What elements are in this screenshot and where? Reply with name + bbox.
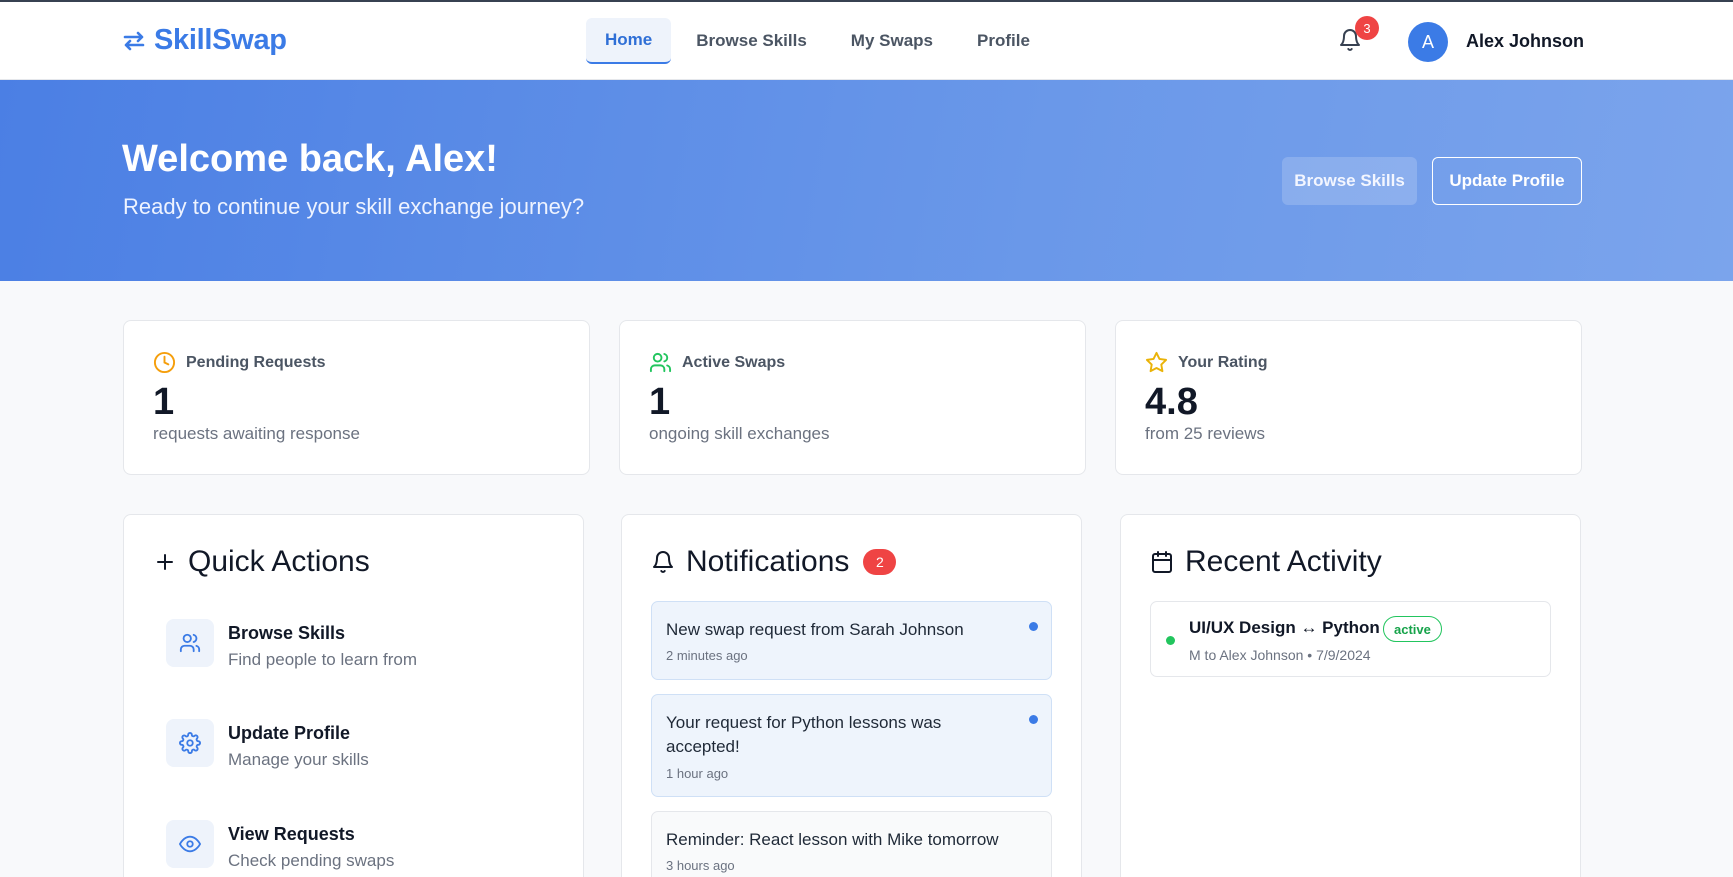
nav-browse-skills[interactable]: Browse Skills bbox=[677, 18, 826, 64]
stat-description: requests awaiting response bbox=[153, 424, 360, 443]
notification-time: 2 minutes ago bbox=[666, 648, 748, 663]
eye-icon bbox=[166, 820, 214, 868]
unread-count-badge: 2 bbox=[863, 549, 897, 575]
quick-action-update-profile[interactable]: Update Profile Manage your skills bbox=[166, 719, 369, 770]
quick-action-title: View Requests bbox=[228, 824, 355, 844]
unread-indicator bbox=[1029, 715, 1038, 724]
panel-title-text: Recent Activity bbox=[1185, 545, 1382, 578]
stat-card-active-swaps: Active Swaps 1 ongoing skill exchanges bbox=[619, 320, 1086, 475]
quick-action-view-requests[interactable]: View Requests Check pending swaps bbox=[166, 820, 394, 871]
recent-activity-title: Recent Activity bbox=[1150, 545, 1382, 579]
plus-icon bbox=[157, 554, 173, 570]
update-profile-button[interactable]: Update Profile bbox=[1432, 157, 1582, 205]
quick-action-description: Manage your skills bbox=[228, 750, 369, 769]
users-icon bbox=[649, 352, 672, 373]
notification-item[interactable]: Reminder: React lesson with Mike tomorro… bbox=[651, 811, 1052, 877]
stat-label: Your Rating bbox=[1178, 353, 1268, 371]
quick-action-description: Find people to learn from bbox=[228, 650, 417, 669]
users-icon bbox=[166, 619, 214, 667]
stat-value: 4.8 bbox=[1145, 381, 1198, 423]
stat-card-your-rating: Your Rating 4.8 from 25 reviews bbox=[1115, 320, 1582, 475]
stat-label: Pending Requests bbox=[186, 353, 326, 371]
brand-logo[interactable]: SkillSwap bbox=[122, 24, 287, 57]
calendar-icon bbox=[1152, 551, 1172, 573]
notifications-title: Notifications 2 bbox=[651, 545, 897, 579]
quick-action-description: Check pending swaps bbox=[228, 851, 395, 870]
user-name[interactable]: Alex Johnson bbox=[1466, 31, 1584, 52]
notifications-panel: Notifications 2 New swap request from Sa… bbox=[621, 514, 1082, 877]
welcome-subtitle: Ready to continue your skill exchange jo… bbox=[123, 194, 585, 219]
welcome-banner: Welcome back, Alex! Ready to continue yo… bbox=[0, 80, 1733, 281]
notification-item[interactable]: Your request for Python lessons was acce… bbox=[651, 694, 1052, 797]
notification-time: 1 hour ago bbox=[666, 766, 729, 781]
status-dot bbox=[1166, 636, 1175, 645]
nav-home[interactable]: Home bbox=[586, 18, 672, 64]
stat-value: 1 bbox=[153, 381, 175, 423]
recent-activity-panel: Recent Activity UI/UX Design ↔ Python ac… bbox=[1120, 514, 1581, 877]
stat-card-pending-requests: Pending Requests 1 requests awaiting res… bbox=[123, 320, 590, 475]
notification-time: 3 hours ago bbox=[666, 858, 735, 873]
welcome-title: Welcome back, Alex! bbox=[122, 138, 498, 180]
bell-icon bbox=[653, 551, 673, 573]
nav-my-swaps[interactable]: My Swaps bbox=[832, 18, 952, 64]
swap-arrows-icon bbox=[123, 31, 145, 50]
top-navigation-bar: SkillSwap Home Browse Skills My Swaps Pr… bbox=[0, 0, 1733, 80]
notification-text: Reminder: React lesson with Mike tomorro… bbox=[666, 830, 999, 849]
quick-action-title: Update Profile bbox=[228, 723, 351, 743]
status-badge: active bbox=[1383, 616, 1442, 642]
activity-item[interactable]: UI/UX Design ↔ Python active M to Alex J… bbox=[1150, 601, 1551, 677]
notification-item[interactable]: New swap request from Sarah Johnson 2 mi… bbox=[651, 601, 1052, 680]
browse-skills-button[interactable]: Browse Skills bbox=[1282, 157, 1417, 205]
main-nav: Home Browse Skills My Swaps Profile bbox=[586, 18, 1049, 64]
star-icon bbox=[1145, 351, 1168, 373]
notification-text: Your request for Python lessons was acce… bbox=[666, 713, 942, 756]
stat-label: Active Swaps bbox=[682, 353, 786, 371]
panel-title-text: Quick Actions bbox=[188, 545, 370, 578]
quick-actions-title: Quick Actions bbox=[153, 545, 370, 579]
clock-icon bbox=[153, 351, 176, 374]
quick-action-title: Browse Skills bbox=[228, 623, 346, 643]
stat-value: 1 bbox=[649, 381, 671, 423]
nav-profile[interactable]: Profile bbox=[958, 18, 1049, 64]
activity-title: UI/UX Design ↔ Python bbox=[1189, 618, 1380, 637]
quick-action-browse-skills[interactable]: Browse Skills Find people to learn from bbox=[166, 619, 417, 670]
notification-text: New swap request from Sarah Johnson bbox=[666, 620, 964, 639]
stat-description: from 25 reviews bbox=[1145, 424, 1265, 443]
brand-name: SkillSwap bbox=[154, 24, 287, 56]
notification-count-badge: 3 bbox=[1355, 16, 1379, 40]
unread-indicator bbox=[1029, 622, 1038, 631]
stat-description: ongoing skill exchanges bbox=[649, 424, 830, 443]
activity-meta: M to Alex Johnson • 7/9/2024 bbox=[1189, 647, 1371, 663]
panel-title-text: Notifications bbox=[686, 545, 850, 578]
gear-icon bbox=[166, 719, 214, 767]
avatar[interactable]: A bbox=[1408, 22, 1448, 62]
quick-actions-panel: Quick Actions Browse Skills Find people … bbox=[123, 514, 584, 877]
